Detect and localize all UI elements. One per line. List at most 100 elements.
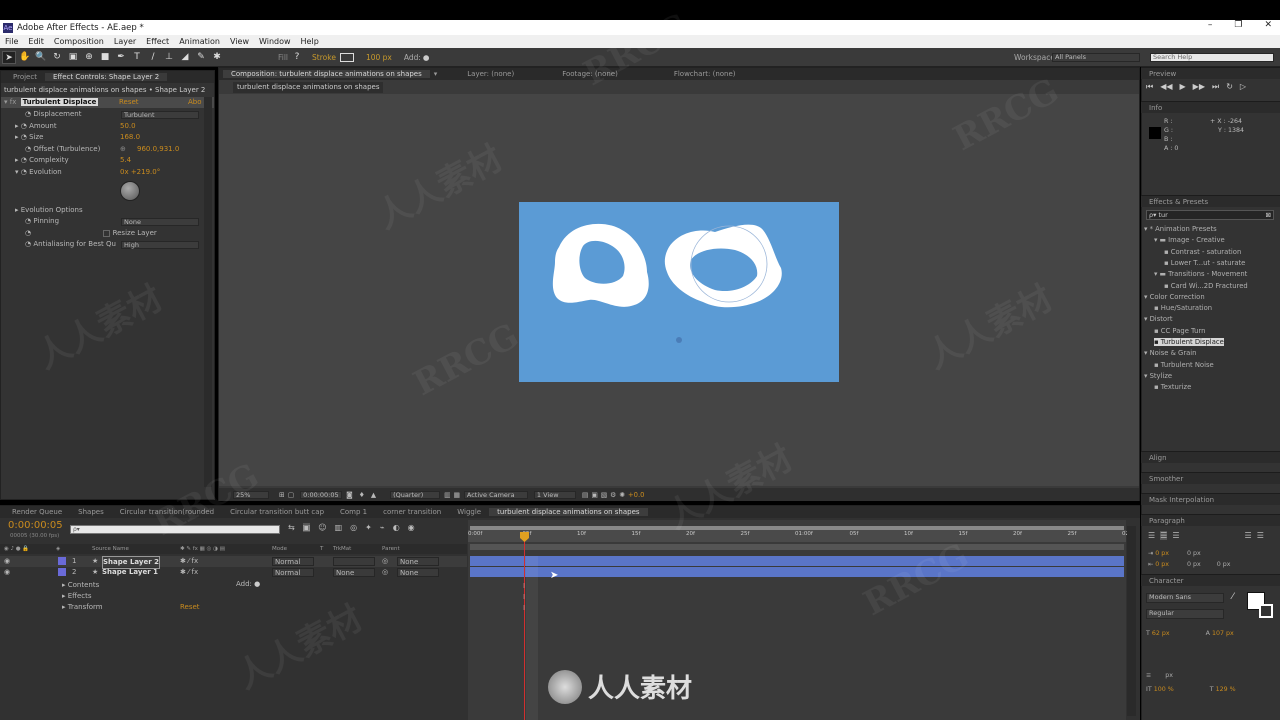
menu-composition[interactable]: Composition bbox=[49, 37, 109, 46]
layer-transform[interactable]: ▸ Transform bbox=[62, 602, 103, 613]
stroke-label[interactable]: Stroke bbox=[312, 53, 336, 62]
preset-category[interactable]: ▾ Stylize bbox=[1144, 372, 1172, 380]
comp-breadcrumb[interactable]: turbulent displace animations on shapes bbox=[233, 82, 384, 93]
color-icon[interactable]: ♦ bbox=[359, 491, 365, 499]
comp-mini-flowchart-icon[interactable]: ⇆ bbox=[288, 523, 295, 532]
preset-item[interactable]: ▾ ▬ Image - Creative bbox=[1154, 236, 1225, 244]
shape-layer-icon[interactable]: ★ bbox=[92, 567, 98, 578]
effect-header[interactable]: ▾ fx Turbulent Displace Reset Abo bbox=[1, 97, 214, 108]
label-color-swatch[interactable] bbox=[58, 557, 66, 565]
clear-search-icon[interactable]: ⊠ bbox=[1266, 211, 1271, 219]
timeline-search-input[interactable]: ρ▾ bbox=[70, 525, 280, 534]
layer-contents[interactable]: ▸ Contents bbox=[62, 580, 99, 591]
stroke-color-swatch[interactable] bbox=[1259, 604, 1273, 618]
stopwatch-icon[interactable]: ◔ bbox=[21, 168, 27, 176]
frame-blend-icon[interactable]: ▥ bbox=[335, 523, 343, 532]
graph-editor-icon[interactable]: ⌁ bbox=[380, 523, 385, 532]
zoom-dropdown[interactable]: 25% bbox=[233, 490, 269, 499]
timeline-vscroll[interactable] bbox=[1127, 526, 1136, 716]
paragraph-panel-header[interactable]: Paragraph bbox=[1141, 514, 1280, 526]
effect-name[interactable]: Turbulent Displace bbox=[20, 98, 99, 106]
layer-mode-dropdown[interactable]: Normal bbox=[272, 568, 314, 577]
menu-view[interactable]: View bbox=[225, 37, 254, 46]
panel-scrollbar[interactable] bbox=[204, 97, 212, 487]
preset-category[interactable]: ▾ * Animation Presets bbox=[1144, 225, 1217, 233]
resolution-dropdown[interactable]: (Quarter) bbox=[390, 490, 441, 499]
timeline-tab[interactable]: turbulent displace animations on shapes bbox=[489, 508, 648, 516]
info-panel-header[interactable]: Info bbox=[1141, 101, 1280, 113]
comp-viewer[interactable] bbox=[219, 94, 1139, 486]
timeline-camera-icon[interactable]: ◉ bbox=[408, 523, 415, 532]
indent-right-value[interactable]: 0 px bbox=[1217, 561, 1231, 568]
resize-layer-checkbox[interactable] bbox=[103, 229, 111, 237]
live-update-icon[interactable]: ◐ bbox=[393, 523, 400, 532]
add-label[interactable]: Add: bbox=[404, 53, 421, 62]
layer-2-bar[interactable] bbox=[470, 567, 1124, 577]
grid-icon[interactable]: ⊞ bbox=[279, 491, 285, 499]
layer-row[interactable]: ◉ 2 ★ Shape Layer 1 ✱ ⁄ fx Normal None ◎ None bbox=[0, 567, 467, 578]
space-before-value[interactable]: 0 px bbox=[1155, 561, 1169, 568]
eyedropper-icon[interactable]: ⁄ bbox=[1232, 592, 1234, 602]
menu-animation[interactable]: Animation bbox=[174, 37, 225, 46]
effects-presets-header[interactable]: Effects & Presets bbox=[1141, 195, 1280, 207]
tab-footage[interactable]: Footage: (none) bbox=[554, 70, 626, 78]
prev-frame-icon[interactable]: ◀◀ bbox=[1160, 82, 1172, 96]
font-style-dropdown[interactable]: Regular bbox=[1146, 609, 1224, 619]
tracking-unit[interactable]: px bbox=[1165, 672, 1173, 679]
mask-interp-panel-header[interactable]: Mask Interpolation bbox=[1141, 493, 1280, 505]
play-icon[interactable]: ▶ bbox=[1180, 82, 1186, 96]
puppet-tool-icon[interactable]: ✱ bbox=[210, 51, 224, 64]
crosshair-icon[interactable]: ⊕ bbox=[120, 144, 126, 155]
mask-icon[interactable]: ▢ bbox=[288, 491, 294, 499]
layer-mode-dropdown[interactable]: Normal bbox=[272, 557, 314, 566]
preset-category[interactable]: ▾ Distort bbox=[1144, 315, 1173, 323]
align-right-icon[interactable]: ☰ bbox=[1172, 531, 1179, 540]
parent-pickwhip-icon[interactable]: ◎ bbox=[382, 567, 388, 578]
displacement-dropdown[interactable]: Turbulent bbox=[121, 111, 199, 119]
visibility-icon[interactable]: ◉ bbox=[4, 556, 10, 567]
layer-switches[interactable]: ✱ ⁄ fx bbox=[180, 556, 198, 567]
help-icon[interactable]: ? bbox=[290, 51, 304, 64]
horizontal-scale-value[interactable]: 129 % bbox=[1216, 686, 1236, 693]
layer-name[interactable]: Shape Layer 1 bbox=[102, 567, 158, 578]
pinning-dropdown[interactable]: None bbox=[121, 218, 199, 226]
vertical-scale-value[interactable]: 100 % bbox=[1154, 686, 1174, 693]
dropdown-arrow-icon[interactable]: ▾ bbox=[434, 70, 438, 78]
preset-category[interactable]: ▾ Color Correction bbox=[1144, 293, 1205, 301]
preset-item[interactable]: ▪ Hue/Saturation bbox=[1154, 304, 1212, 312]
camera-icon[interactable]: ◙ bbox=[346, 491, 353, 499]
evolution-dial[interactable] bbox=[120, 181, 140, 201]
indent-first-value[interactable]: 0 px bbox=[1187, 550, 1201, 557]
col-source-name[interactable]: Source Name bbox=[92, 544, 129, 554]
smoother-panel-header[interactable]: Smoother bbox=[1141, 472, 1280, 484]
workspace-dropdown[interactable]: All Panels bbox=[1052, 53, 1140, 62]
align-left-icon[interactable]: ☰ bbox=[1148, 531, 1155, 540]
fill-label[interactable]: Fill bbox=[278, 53, 288, 62]
shy-icon[interactable]: ☺ bbox=[318, 523, 326, 532]
maximize-button[interactable]: ❐ bbox=[1234, 20, 1242, 30]
menu-edit[interactable]: Edit bbox=[23, 37, 49, 46]
layer-number[interactable]: 2 bbox=[72, 567, 76, 578]
timeline-icon[interactable]: ▧ bbox=[601, 491, 607, 499]
motion-blur-icon[interactable]: ◎ bbox=[350, 523, 357, 532]
justify-icon[interactable]: ☰ bbox=[1245, 531, 1252, 540]
effect-about-link[interactable]: Abo bbox=[188, 97, 202, 108]
preview-panel-header[interactable]: Preview bbox=[1141, 67, 1280, 79]
layer-switches[interactable]: ✱ ⁄ fx bbox=[180, 567, 198, 578]
col-trkmat[interactable]: TrkMat bbox=[333, 544, 351, 554]
ram-preview-icon[interactable]: ▷ bbox=[1240, 82, 1246, 96]
roi-icon[interactable]: ▥ bbox=[444, 491, 450, 499]
minimize-button[interactable]: – bbox=[1208, 20, 1213, 30]
stopwatch-icon[interactable]: ◔ bbox=[25, 145, 31, 153]
menu-help[interactable]: Help bbox=[296, 37, 324, 46]
roto-brush-tool-icon[interactable]: ✎ bbox=[194, 51, 208, 64]
stroke-width[interactable]: 100 px bbox=[366, 53, 392, 62]
prop-pinning[interactable]: ◔ Pinning bbox=[25, 216, 59, 227]
indent-left-value[interactable]: 0 px bbox=[1155, 550, 1169, 557]
eraser-tool-icon[interactable]: ◢ bbox=[178, 51, 192, 64]
stopwatch-icon[interactable]: ◔ bbox=[21, 122, 27, 130]
stopwatch-icon[interactable]: ◔ bbox=[25, 240, 31, 248]
time-ruler[interactable]: 0:00f05f10f15f20f25f01:00f05f10f15f20f25… bbox=[468, 530, 1134, 542]
character-panel-header[interactable]: Character bbox=[1141, 574, 1280, 586]
transform-reset-link[interactable]: Reset bbox=[180, 602, 200, 613]
